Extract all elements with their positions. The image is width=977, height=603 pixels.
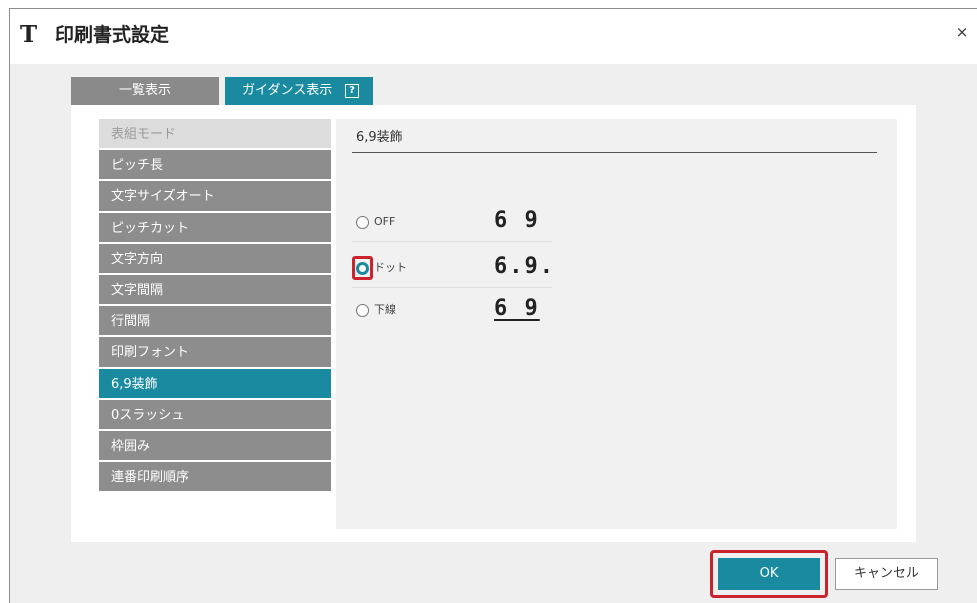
sidebar-item-print-font[interactable]: 印刷フォント [99,337,331,369]
tab-guidance-view[interactable]: ガイダンス表示 ? [225,77,373,105]
sidebar-item-pitch-cut[interactable]: ピッチカット [99,212,331,244]
title-bar: T 印刷書式設定 × [10,9,977,64]
option-label: OFF [374,215,396,228]
radio-off[interactable] [356,216,369,229]
option-sample: 6 9 [494,208,540,233]
tab-list-view[interactable]: 一覧表示 [71,77,219,105]
radio-underline[interactable] [356,304,369,317]
option-label: 下線 [374,303,396,316]
tab-guidance-label: ガイダンス表示 [242,83,333,98]
sidebar-item-frame[interactable]: 枠囲み [99,430,331,463]
radio-dot[interactable] [356,262,369,275]
sidebar-item-table-mode: 表組モード [99,119,331,151]
sidebar-item-69-decoration[interactable]: 6,9装飾 [99,368,331,400]
close-icon[interactable]: × [953,23,971,41]
option-sample: 6 9 [494,296,540,321]
option-content: 6,9装飾 OFF 6 9 ドット 6.9. 下線 6 9 [336,119,897,529]
title-divider [352,152,877,153]
sidebar-item-auto-font-size[interactable]: 文字サイズオート [99,181,331,213]
text-format-icon: T [20,21,38,48]
option-underline[interactable]: 下線 6 9 [352,292,552,330]
dialog-title: 印刷書式設定 [55,24,170,46]
option-dot[interactable]: ドット 6.9. [352,250,555,288]
sidebar-item-zero-slash[interactable]: 0スラッシュ [99,399,331,431]
sidebar-item-pitch-length[interactable]: ピッチ長 [99,150,331,182]
settings-sidebar: 表組モード ピッチ長 文字サイズオート ピッチカット 文字方向 文字間隔 行間隔… [99,119,331,529]
option-off[interactable]: OFF 6 9 [352,204,552,242]
option-label: ドット [374,261,407,274]
sidebar-item-serial-print-order[interactable]: 連番印刷順序 [99,462,331,494]
content-title: 6,9装飾 [356,130,403,145]
sidebar-item-text-direction[interactable]: 文字方向 [99,243,331,275]
help-icon[interactable]: ? [345,84,359,98]
ok-button[interactable]: OK [718,558,820,590]
option-sample: 6.9. [494,254,555,279]
sidebar-item-char-spacing[interactable]: 文字間隔 [99,274,331,307]
cancel-button[interactable]: キャンセル [835,558,938,590]
sidebar-item-line-spacing[interactable]: 行間隔 [99,306,331,338]
